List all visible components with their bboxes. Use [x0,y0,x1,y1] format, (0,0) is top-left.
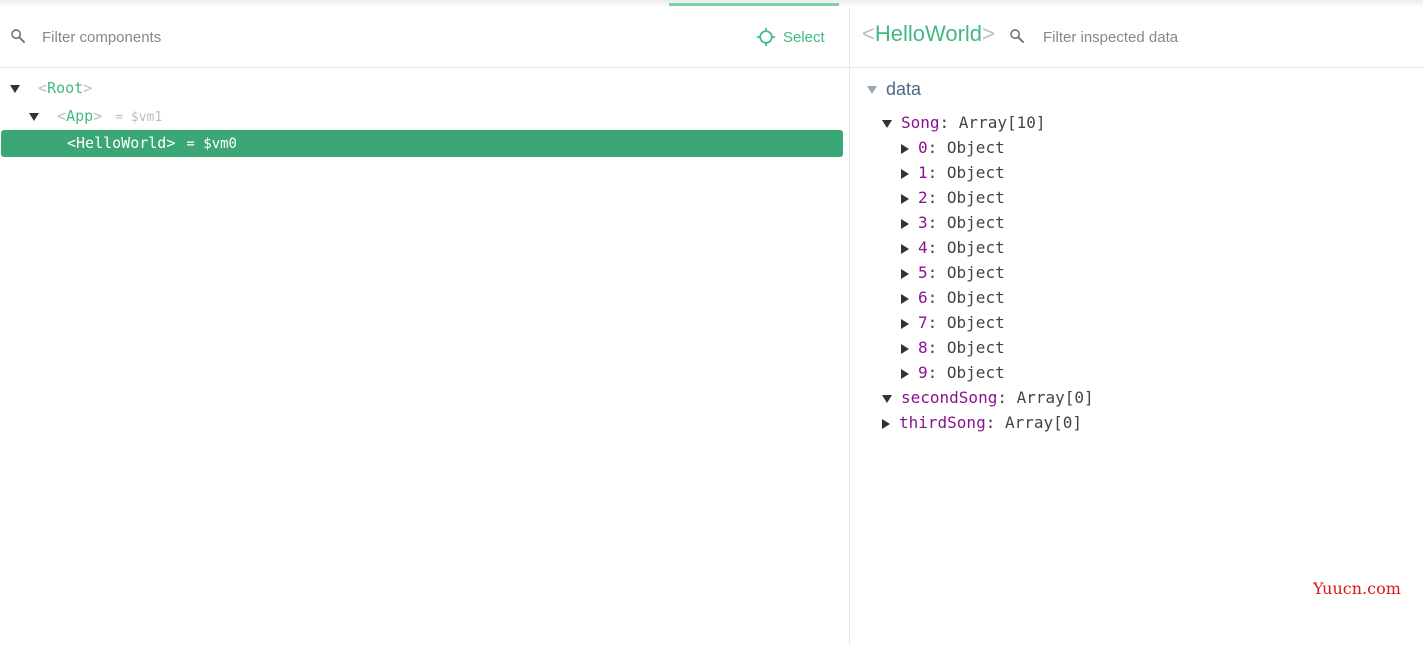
data-value: Object [946,313,1005,332]
filter-inspected-data-input[interactable] [1043,26,1343,48]
data-value: Array[0] [1016,388,1094,407]
devtools-app: Select <Root> <App> = $vm1 <HelloWorld> … [0,0,1423,645]
triangle-down-icon[interactable] [882,119,892,128]
triangle-right-icon[interactable] [901,318,909,329]
colon: : [927,338,947,357]
list-item[interactable]: 5: Object [901,260,1005,285]
colon: : [927,363,947,382]
triangle-right-icon[interactable] [882,418,890,429]
list-item[interactable]: 4: Object [901,235,1005,260]
watermark: Yuucn.com [1313,579,1401,598]
inspector-pane: <HelloWorld> data Song: Array[10] 0: Obj… [850,7,1423,645]
filter-components-input[interactable] [42,26,342,48]
colon: : [997,388,1017,407]
colon: : [927,238,947,257]
select-component-button[interactable]: Select [756,25,825,49]
data-value: Object [946,363,1005,382]
triangle-right-icon[interactable] [901,368,909,379]
select-label: Select [783,28,825,46]
data-value: Array[10] [958,113,1046,132]
colon: : [927,213,947,232]
data-value: Object [946,263,1005,282]
components-pane: Select <Root> <App> = $vm1 <HelloWorld> … [0,7,849,645]
triangle-right-icon[interactable] [901,268,909,279]
colon: : [985,413,1005,432]
data-value: Array[0] [1004,413,1083,432]
tree-node-label: <Root> [38,79,93,97]
triangle-right-icon[interactable] [901,293,909,304]
data-key: 8 [918,338,928,357]
list-item[interactable]: 3: Object [901,210,1005,235]
data-value: Object [946,213,1005,232]
data-key: Song [901,113,940,132]
colon: : [927,263,947,282]
tree-node-app[interactable]: <App> = $vm1 [29,103,162,129]
active-tab-indicator [669,3,839,6]
triangle-down-icon[interactable] [29,112,39,121]
data-key: 2 [918,188,928,207]
list-item[interactable]: 1: Object [901,160,1005,185]
section-title: data [886,79,922,99]
data-key: 1 [918,163,928,182]
triangle-right-icon[interactable] [901,168,909,179]
colon: : [927,163,947,182]
triangle-right-icon[interactable] [901,193,909,204]
search-icon [11,29,25,43]
data-row-second-song[interactable]: secondSong: Array[0] [882,385,1094,410]
data-key: 5 [918,263,928,282]
triangle-down-icon[interactable] [10,84,20,93]
colon: : [939,113,959,132]
data-key: secondSong [901,388,998,407]
data-key: 0 [918,138,928,157]
components-toolbar: Select [0,7,849,68]
list-item[interactable]: 7: Object [901,310,1005,335]
inspector-toolbar: <HelloWorld> [850,7,1423,68]
list-item[interactable]: 8: Object [901,335,1005,360]
triangle-right-icon[interactable] [901,243,909,254]
data-row-song[interactable]: Song: Array[10] [882,110,1046,135]
data-value: Object [946,188,1005,207]
data-key: 3 [918,213,928,232]
tree-node-helloworld-selected[interactable]: <HelloWorld> = $vm0 [1,130,843,157]
colon: : [927,288,947,307]
list-item[interactable]: 9: Object [901,360,1005,385]
list-item[interactable]: 2: Object [901,185,1005,210]
triangle-down-icon[interactable] [882,394,892,403]
data-value: Object [946,138,1005,157]
data-key: 6 [918,288,928,307]
data-section-header[interactable]: data [867,76,921,102]
colon: : [927,313,947,332]
triangle-right-icon[interactable] [901,143,909,154]
data-key: 4 [918,238,928,257]
inspected-component-title: <HelloWorld> [862,21,995,46]
tree-node-label: <HelloWorld> = $vm0 [67,134,237,152]
search-icon [1010,29,1024,43]
data-value: Object [946,238,1005,257]
triangle-down-icon[interactable] [867,86,877,95]
data-row-third-song[interactable]: thirdSong: Array[0] [882,410,1082,435]
data-value: Object [946,163,1005,182]
list-item[interactable]: 6: Object [901,285,1005,310]
list-item[interactable]: 0: Object [901,135,1005,160]
tree-node-root[interactable]: <Root> [10,75,92,101]
colon: : [927,138,947,157]
vm-ref: = $vm1 [115,110,163,125]
data-key: 7 [918,313,928,332]
data-value: Object [946,338,1005,357]
data-key: 9 [918,363,928,382]
tree-node-label: <App> [57,107,103,125]
triangle-right-icon[interactable] [901,343,909,354]
triangle-right-icon[interactable] [901,218,909,229]
vm-ref: = $vm0 [186,136,237,152]
data-key: thirdSong [899,413,986,432]
data-value: Object [946,288,1005,307]
colon: : [927,188,947,207]
crosshair-icon [756,27,776,47]
